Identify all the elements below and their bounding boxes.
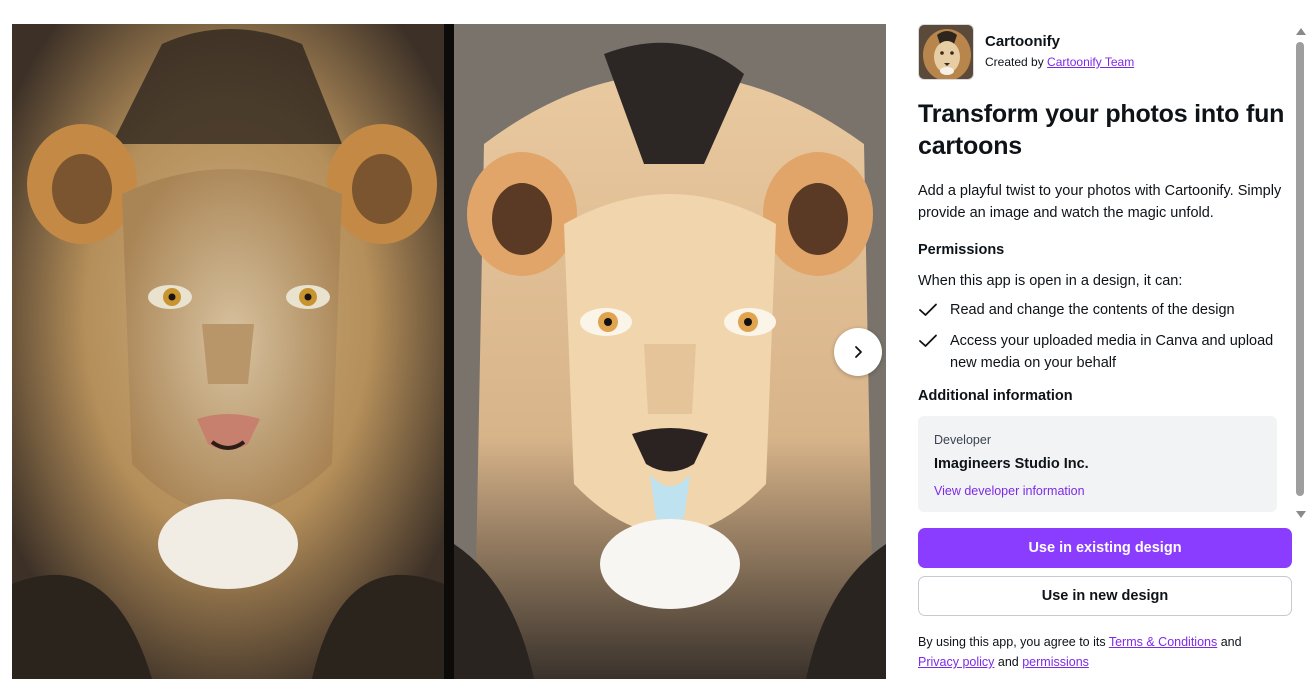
chevron-right-icon [855, 346, 862, 358]
app-description: Add a playful twist to your photos with … [918, 183, 1282, 221]
check-icon [918, 299, 938, 321]
legal-and-1: and [1217, 635, 1242, 649]
permissions-link[interactable]: permissions [1022, 655, 1089, 669]
created-by-label: Created by [985, 55, 1048, 69]
app-name: Cartoonify [985, 33, 1060, 50]
app-logo [918, 24, 974, 80]
legal-prefix: By using this app, you agree to its [918, 635, 1109, 649]
permissions-title: Permissions [918, 242, 1005, 258]
split-divider [444, 24, 454, 679]
use-in-existing-design-button[interactable]: Use in existing design [918, 528, 1292, 568]
use-in-new-design-button[interactable]: Use in new design [918, 576, 1292, 616]
scroll-up-arrow-icon[interactable] [1296, 28, 1306, 35]
developer-label: Developer [934, 433, 991, 447]
permissions-list: Read and change the contents of the desi… [918, 299, 1292, 374]
scroll-down-arrow-icon[interactable] [1296, 511, 1306, 518]
app-details-panel: Cartoonify Created by Cartoonify Team Tr… [918, 24, 1292, 672]
app-creator-line: Created by Cartoonify Team [985, 55, 1134, 69]
creator-link[interactable]: Cartoonify Team [1047, 55, 1134, 69]
privacy-policy-link[interactable]: Privacy policy [918, 655, 994, 669]
check-icon [918, 330, 938, 352]
scroll-thumb[interactable] [1296, 42, 1304, 496]
legal-and-2: and [994, 655, 1023, 669]
lion-cartoon-image [454, 24, 886, 679]
permission-item: Read and change the contents of the desi… [918, 299, 1292, 321]
panel-scrollbar[interactable] [1294, 28, 1308, 518]
app-meta: Cartoonify Created by Cartoonify Team [985, 24, 1134, 69]
developer-info-box: Developer Imagineers Studio Inc. View de… [918, 416, 1277, 512]
app-header: Cartoonify Created by Cartoonify Team [918, 24, 1292, 80]
app-headline: Transform your photos into fun cartoons [918, 100, 1285, 160]
carousel-next-button[interactable] [834, 328, 882, 376]
permission-text: Access your uploaded media in Canva and … [950, 333, 1274, 371]
permission-item: Access your uploaded media in Canva and … [918, 330, 1292, 374]
permissions-intro: When this app is open in a design, it ca… [918, 273, 1183, 289]
permission-text: Read and change the contents of the desi… [950, 302, 1235, 318]
developer-name: Imagineers Studio Inc. [934, 456, 1089, 472]
lion-photo-image [12, 24, 444, 679]
legal-notice: By using this app, you agree to its Term… [918, 632, 1292, 672]
app-preview-carousel [12, 24, 886, 679]
view-developer-info-link[interactable]: View developer information [934, 483, 1085, 499]
additional-info-title: Additional information [918, 388, 1073, 404]
terms-link[interactable]: Terms & Conditions [1109, 635, 1217, 649]
